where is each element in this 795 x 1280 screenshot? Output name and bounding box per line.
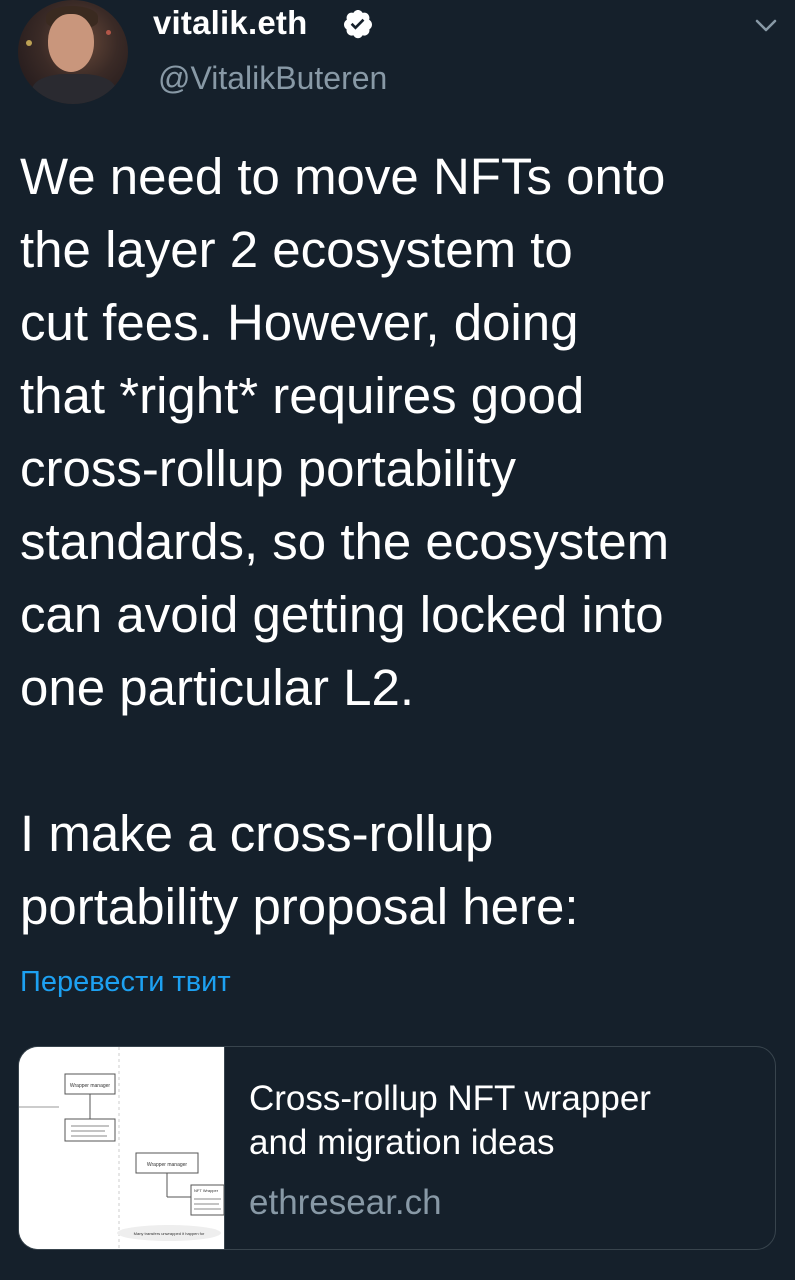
tweet-text: We need to move NFTs onto the layer 2 ec… [20,148,670,935]
verified-badge-icon [344,10,372,39]
card-domain: ethresear.ch [249,1183,442,1222]
card-thumbnail: Wrapper manager Wrapper manager NFT Wrap… [19,1047,225,1249]
avatar[interactable] [18,0,128,104]
tweet-page: vitalik.eth @VitalikButeren We need to m… [0,0,795,1280]
thumb-box-2-label: Wrapper manager [147,1162,188,1168]
chevron-down-icon[interactable] [754,18,778,34]
card-title[interactable]: Cross-rollup NFT wrapper and migration i… [249,1077,759,1165]
thumb-box-1-label: Wrapper manager [70,1083,111,1089]
translate-tweet-link[interactable]: Перевести твит [20,966,231,999]
thumb-box-3-label: NFT Wrapper [194,1188,219,1193]
thumb-footer-label: Many transfers unwrapped it happen for [134,1231,205,1236]
link-preview-card[interactable]: Wrapper manager Wrapper manager NFT Wrap… [18,1046,776,1250]
author-handle[interactable]: @VitalikButeren [158,60,387,97]
author-display-name[interactable]: vitalik.eth [153,4,307,42]
